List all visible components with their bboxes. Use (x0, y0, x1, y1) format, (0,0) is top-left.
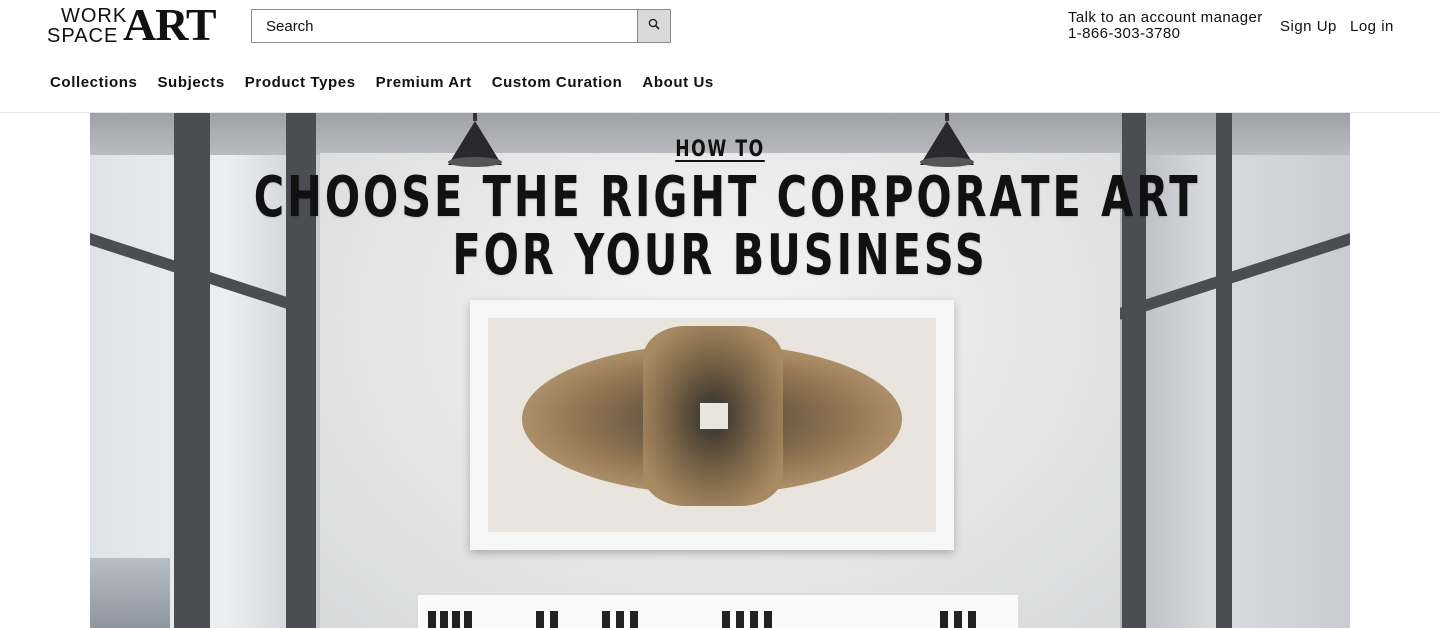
contact-phone[interactable]: 1-866-303-3780 (1068, 26, 1263, 42)
logo-word-space: SPACE (47, 25, 119, 47)
nav-collections[interactable]: Collections (50, 74, 137, 91)
contact-label: Talk to an account manager (1068, 9, 1263, 26)
sign-up-link[interactable]: Sign Up (1280, 18, 1337, 35)
framed-artwork (470, 300, 954, 550)
logo[interactable]: WORK SPACE ART (47, 2, 232, 48)
main-nav: Collections Subjects Product Types Premi… (50, 74, 734, 91)
city-view (90, 558, 170, 628)
binder (428, 611, 436, 628)
logo-word-work: WORK (61, 5, 128, 27)
logo-word-art: ART (123, 0, 217, 50)
search-bar (251, 9, 671, 43)
hero-banner[interactable]: HOW TO CHOOSE THE RIGHT CORPORATE ART FO… (90, 113, 1350, 628)
binder (452, 611, 460, 628)
search-icon (648, 17, 660, 35)
binder (722, 611, 730, 628)
binder (736, 611, 744, 628)
binder (536, 611, 544, 628)
binder (954, 611, 962, 628)
hero-headline-line1: CHOOSE THE RIGHT CORPORATE ART (253, 165, 1201, 230)
binder (750, 611, 758, 628)
nav-product-types[interactable]: Product Types (245, 74, 356, 91)
window-frame (174, 113, 210, 628)
binder (940, 611, 948, 628)
nav-premium-art[interactable]: Premium Art (376, 74, 472, 91)
window-frame (1216, 113, 1232, 628)
nav-custom-curation[interactable]: Custom Curation (492, 74, 623, 91)
binder (616, 611, 624, 628)
search-button[interactable] (637, 10, 670, 42)
binder (602, 611, 610, 628)
binder (464, 611, 472, 628)
binder (630, 611, 638, 628)
nav-about-us[interactable]: About Us (642, 74, 713, 91)
hero-kicker: HOW TO (675, 137, 765, 162)
binder (764, 611, 772, 628)
binder (968, 611, 976, 628)
hero-headline-line2: FOR YOUR BUSINESS (452, 223, 988, 288)
account-manager-contact: Talk to an account manager 1-866-303-378… (1068, 10, 1263, 42)
search-input[interactable] (252, 10, 637, 42)
hero-headline: CHOOSE THE RIGHT CORPORATE ART FOR YOUR … (253, 165, 1201, 288)
nav-subjects[interactable]: Subjects (157, 74, 224, 91)
binder-shelf (418, 593, 1018, 628)
binder (440, 611, 448, 628)
log-in-link[interactable]: Log in (1350, 18, 1394, 35)
binder (550, 611, 558, 628)
